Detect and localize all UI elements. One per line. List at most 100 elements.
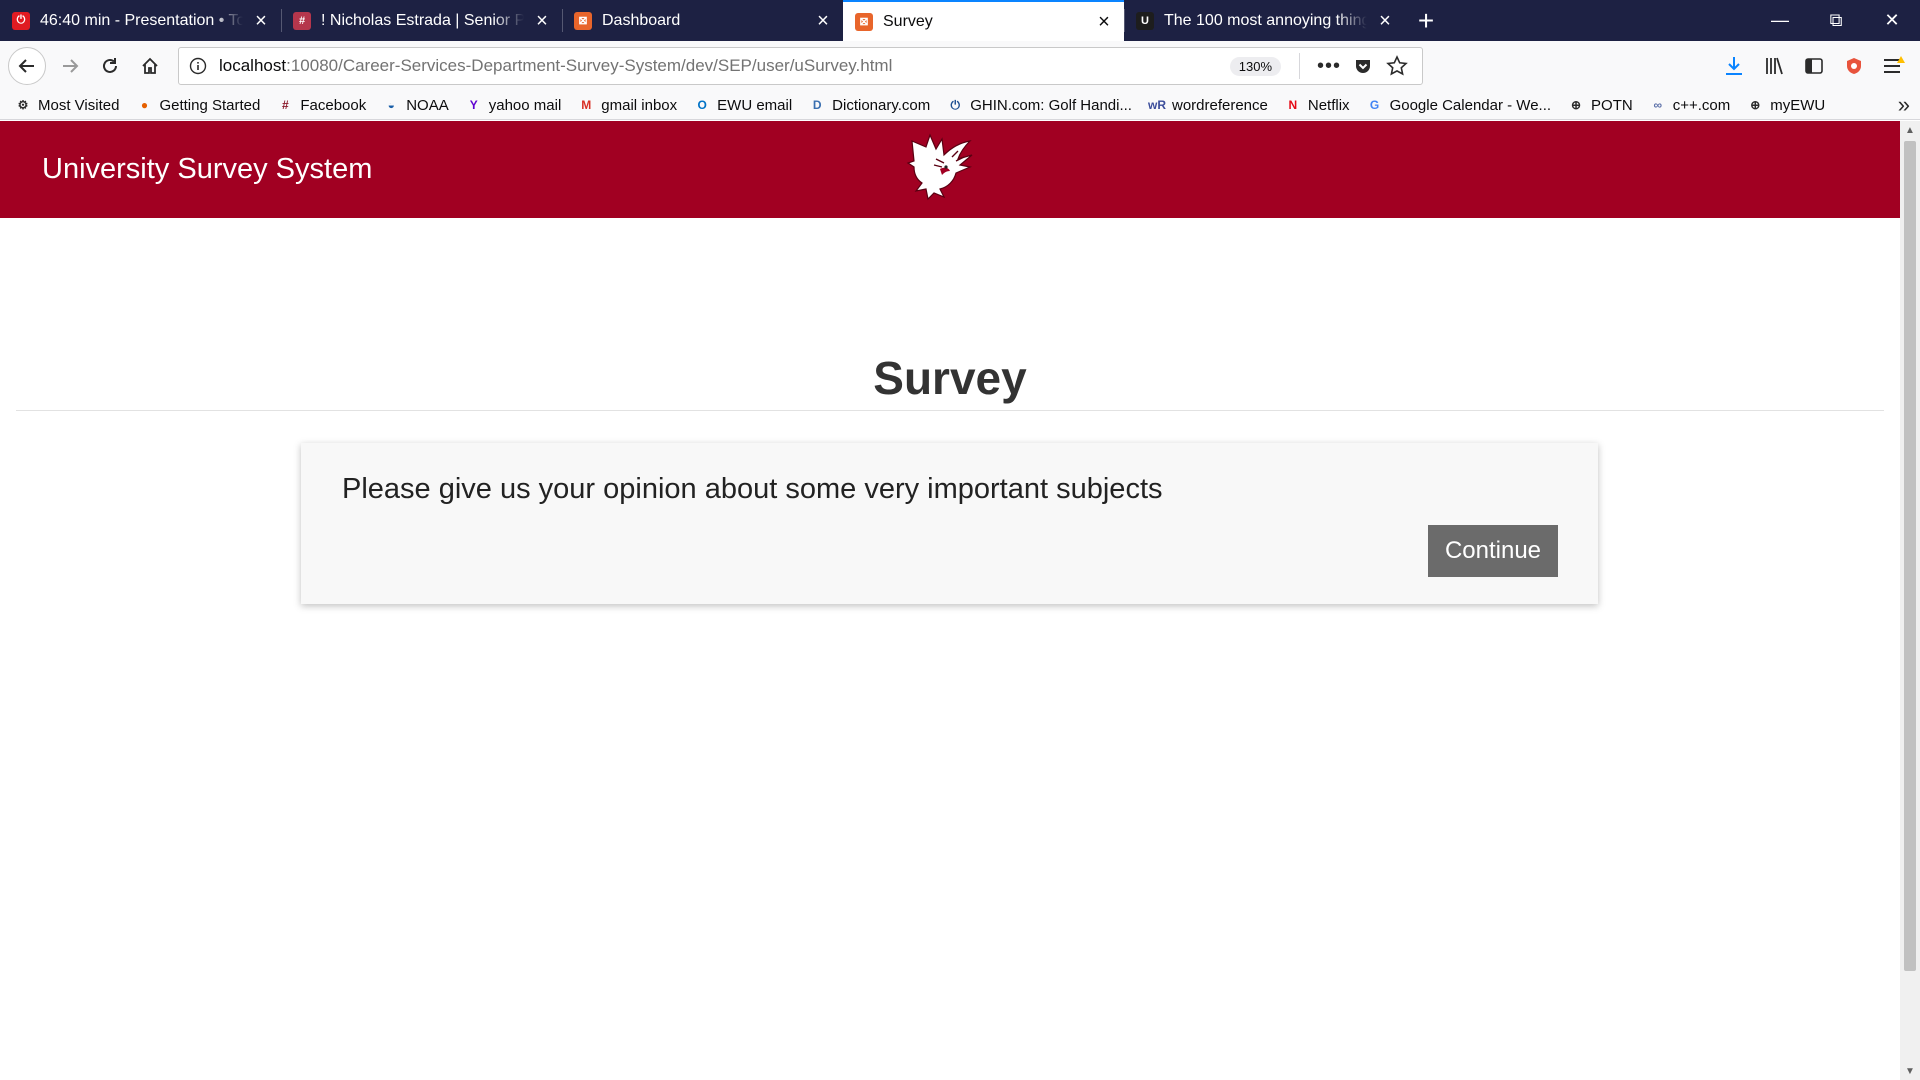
scrollbar-thumb[interactable] [1904,141,1916,971]
bookmark-label: Most Visited [38,96,120,114]
bookmark-item[interactable]: ⏻ GHIN.com: Golf Handi... [946,96,1132,114]
menu-icon[interactable] [1874,46,1914,86]
close-tab-icon[interactable]: × [1375,11,1395,31]
close-tab-icon[interactable]: × [813,11,833,31]
urlbar-divider [1299,53,1300,79]
tab-title: Dashboard [602,11,681,29]
back-arrow-icon [18,59,34,73]
bookmark-item[interactable]: ⚙ Most Visited [14,96,120,114]
bookmark-star-icon[interactable] [1385,54,1409,78]
bookmark-item[interactable]: ∞ c++.com [1649,96,1731,114]
hash-icon: # [282,98,289,112]
page-scrollbar[interactable]: ▲ ▼ [1900,121,1920,1080]
forward-arrow-icon [63,59,79,73]
close-tab-icon[interactable]: × [1094,12,1114,32]
browser-tab[interactable]: ⊠ Survey × [843,0,1124,41]
url-host: localhost [219,56,287,75]
survey-intro-card: Please give us your opinion about some v… [301,443,1598,604]
google-icon: G [1369,98,1380,112]
outlook-icon: O [697,98,707,112]
bookmark-item[interactable]: D Dictionary.com [808,96,930,114]
browser-tab[interactable]: U The 100 most annoying things: × [1124,0,1405,41]
minimize-button[interactable]: — [1752,0,1808,41]
bookmark-item[interactable]: ◒ NOAA [382,96,449,114]
url-path: :10080/Career-Services-Department-Survey… [286,56,893,75]
reload-button[interactable] [90,46,130,86]
bookmark-list: ⚙ Most Visited ● Getting Started # Facebook ◒ N… [14,96,1841,114]
bookmark-label: c++.com [1672,96,1731,114]
bookmark-label: Netflix [1307,96,1350,114]
heading-divider [16,410,1884,411]
bookmark-item[interactable]: ⊕ myEWU [1746,96,1825,114]
sidebar-icon[interactable] [1794,46,1834,86]
tab-title: 46:40 min - Presentation • Toggl [40,11,243,29]
bookmark-item[interactable]: Mgmail inbox [577,96,677,114]
globe-icon: ⊕ [1571,98,1582,112]
bookmark-item[interactable]: # Facebook [276,96,366,114]
bookmarks-overflow-icon[interactable]: » [1898,92,1910,118]
bookmark-label: EWU email [717,96,793,114]
close-tab-icon[interactable]: × [532,11,552,31]
eagle-logo-icon [906,133,973,201]
tab-strip: ⏻ 46:40 min - Presentation • Toggl × # ! Nic… [0,0,1920,41]
bookmark-label: Dictionary.com [832,96,931,114]
new-tab-button[interactable]: + [1405,0,1447,41]
gear-icon: ⚙ [17,98,29,112]
survey-intro-text: Please give us your opinion about some v… [342,473,1163,505]
dictionary-icon: D [812,98,822,112]
bookmark-item[interactable]: ⊕ POTN [1567,96,1633,114]
tab-favicon-icon: U [1136,11,1154,30]
url-text[interactable]: localhost:10080/Career-Services-Departme… [219,56,892,76]
bookmarks-toolbar: ⚙ Most Visited ● Getting Started # Facebook ◒ N… [0,91,1920,120]
bookmark-label: POTN [1591,96,1633,114]
page-actions-icon[interactable]: ••• [1317,54,1341,78]
bookmark-item[interactable]: Yyahoo mail [465,96,562,114]
address-bar[interactable]: localhost:10080/Career-Services-Departme… [178,47,1423,85]
tab-favicon-icon: ⏻ [12,11,30,30]
browser-tab[interactable]: ⊠ Dashboard × [562,0,843,41]
browser-tab[interactable]: ⏻ 46:40 min - Presentation • Toggl × [0,0,281,41]
bookmark-item[interactable]: N Netflix [1284,96,1350,114]
home-icon [142,57,158,74]
wr-icon: wR [1147,98,1166,112]
tab-list: ⏻ 46:40 min - Presentation • Toggl × # ! Nic… [0,0,1405,41]
bookmark-item[interactable]: G Google Calendar - We... [1366,96,1551,114]
tab-title: Survey [883,12,933,30]
bookmark-label: gmail inbox [601,96,678,114]
globe-icon: ⊕ [1750,98,1761,112]
scroll-up-arrow-icon[interactable]: ▲ [1900,121,1920,139]
zoom-level-badge[interactable]: 130% [1229,56,1281,76]
site-info-icon[interactable] [187,55,209,77]
bookmark-label: myEWU [1770,96,1826,114]
library-icon[interactable] [1754,46,1794,86]
close-window-button[interactable]: ✕ [1864,0,1920,41]
bookmark-label: Facebook [300,96,367,114]
site-title[interactable]: University Survey System [42,153,372,186]
bookmark-label: yahoo mail [488,96,562,114]
close-tab-icon[interactable]: × [251,11,271,31]
bookmark-label: Google Calendar - We... [1389,96,1552,114]
tab-favicon-icon: ⊠ [574,11,592,30]
bookmark-label: NOAA [406,96,449,114]
window-controls: — ⧉ ✕ [1752,0,1920,41]
back-button[interactable] [8,47,46,85]
continue-button[interactable]: Continue [1428,525,1558,577]
forward-button[interactable] [50,46,90,86]
bookmark-label: wordreference [1171,96,1268,114]
power-icon: ⏻ [950,97,961,112]
browser-tab[interactable]: # ! Nicholas Estrada | Senior Proje × [281,0,562,41]
navigation-toolbar: localhost:10080/Career-Services-Departme… [0,41,1920,91]
bookmark-item[interactable]: O EWU email [693,96,792,114]
downloads-icon[interactable] [1714,46,1754,86]
bookmark-item[interactable]: wR wordreference [1148,96,1268,114]
scroll-down-arrow-icon[interactable]: ▼ [1900,1062,1920,1080]
tab-favicon-icon: # [293,11,311,30]
home-button[interactable] [130,46,170,86]
bookmark-item[interactable]: ● Getting Started [135,96,261,114]
gmail-icon: M [581,98,592,112]
pocket-icon[interactable] [1351,54,1375,78]
restore-button[interactable]: ⧉ [1808,0,1864,41]
reload-icon [103,58,117,73]
site-header: University Survey System [0,121,1900,218]
extension-shield-icon[interactable] [1834,46,1874,86]
